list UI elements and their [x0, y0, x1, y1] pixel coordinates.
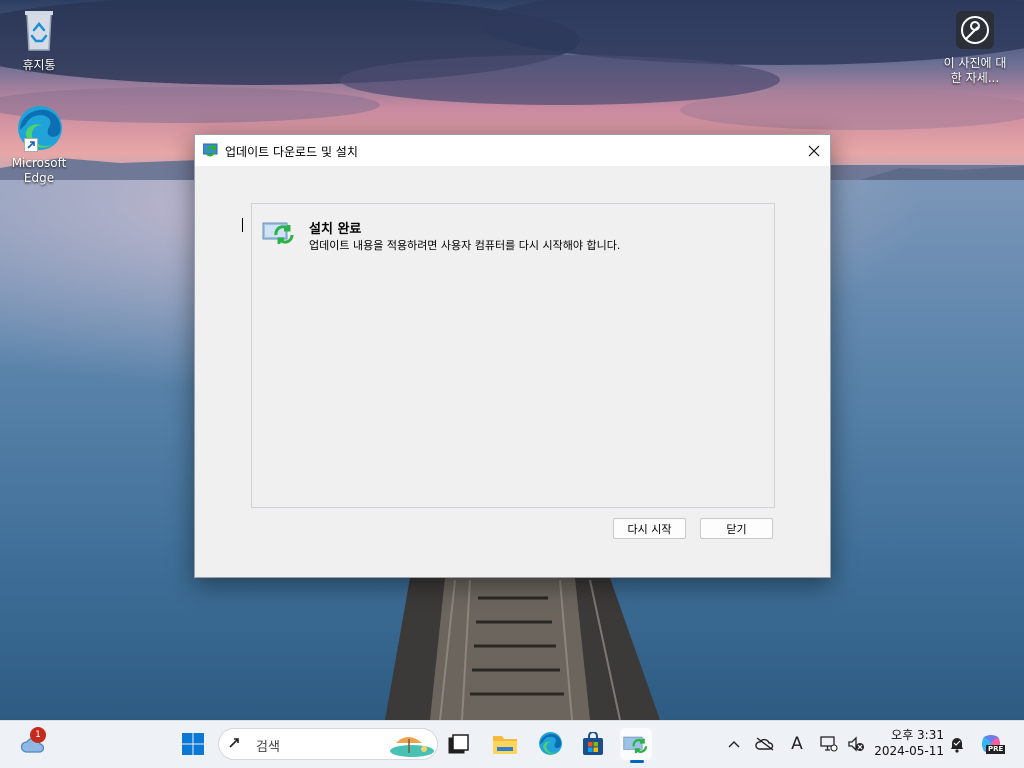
search-placeholder: 검색 — [256, 740, 280, 755]
volume-tray-button[interactable] — [845, 732, 867, 756]
onedrive-tray-button[interactable] — [754, 732, 776, 756]
copilot-pre-badge: PRE — [986, 745, 1006, 754]
microsoft-store-button[interactable] — [577, 728, 609, 760]
desktop-icon-about-picture[interactable]: 이 사진에 대한 자세... — [937, 10, 1013, 86]
shortcut-arrow-icon — [24, 138, 38, 152]
update-complete-icon — [262, 219, 296, 248]
cloud-offline-icon — [755, 737, 774, 751]
close-dialog-button[interactable]: 닫기 — [700, 518, 773, 539]
input-method-indicator[interactable]: A — [786, 732, 808, 756]
edge-icon — [539, 732, 562, 755]
network-tray-button[interactable] — [818, 732, 840, 756]
folder-icon — [493, 736, 517, 754]
bell-icon — [951, 738, 963, 753]
taskbar-clock[interactable]: 오후 3:31 2024-05-11 — [872, 727, 944, 759]
dialog-titlebar[interactable]: 업데이트 다운로드 및 설치 — [195, 135, 830, 166]
speaker-muted-icon — [848, 736, 864, 752]
edge-browser-button[interactable] — [534, 728, 566, 760]
copilot-icon: PRE — [980, 733, 1006, 755]
copilot-button[interactable]: PRE — [980, 732, 1006, 756]
network-icon — [820, 736, 838, 752]
dialog-title: 업데이트 다운로드 및 설치 — [225, 145, 358, 159]
about-picture-icon — [937, 10, 1013, 54]
update-icon — [623, 736, 648, 754]
clock-time: 오후 3:31 — [891, 728, 944, 742]
desktop-icon-label: Microsoft Edge — [11, 156, 67, 185]
recycle-bin-icon — [1, 8, 77, 56]
desktop-icon-recycle-bin[interactable]: 휴지통 — [1, 8, 77, 73]
start-button[interactable] — [177, 728, 209, 760]
close-icon — [808, 145, 820, 156]
chevron-up-icon — [728, 741, 740, 748]
notifications-button[interactable] — [946, 732, 968, 756]
search-icon — [228, 735, 244, 754]
text-caret — [242, 218, 243, 232]
active-app-indicator — [630, 760, 644, 763]
desktop-icon-edge[interactable]: Microsoft Edge — [1, 104, 77, 186]
show-hidden-icons-button[interactable] — [723, 732, 745, 756]
store-icon — [583, 732, 603, 755]
notification-badge: 1 — [30, 727, 46, 743]
windows-logo-icon — [182, 733, 204, 755]
desktop-icon-label: 이 사진에 대한 자세... — [943, 56, 1007, 85]
update-dialog: 업데이트 다운로드 및 설치 설치 완료 업데이트 내용을 적용하려면 사용자 … — [194, 134, 831, 578]
windows-update-taskbar-button[interactable] — [620, 728, 652, 760]
restart-button[interactable]: 다시 시작 — [613, 518, 686, 539]
status-title: 설치 완료 — [309, 222, 362, 237]
search-highlight-art-icon — [386, 729, 436, 762]
close-button[interactable] — [798, 135, 830, 166]
windows-update-icon — [202, 143, 219, 160]
task-view-button[interactable] — [443, 728, 475, 760]
file-explorer-button[interactable] — [489, 728, 521, 760]
desktop-icon-label: 휴지통 — [22, 58, 56, 72]
status-description: 업데이트 내용을 적용하려면 사용자 컴퓨터를 다시 시작해야 합니다. — [309, 239, 621, 252]
clock-date: 2024-05-11 — [874, 744, 944, 758]
task-view-icon — [448, 734, 469, 754]
edge-shortcut-icon — [14, 104, 64, 154]
